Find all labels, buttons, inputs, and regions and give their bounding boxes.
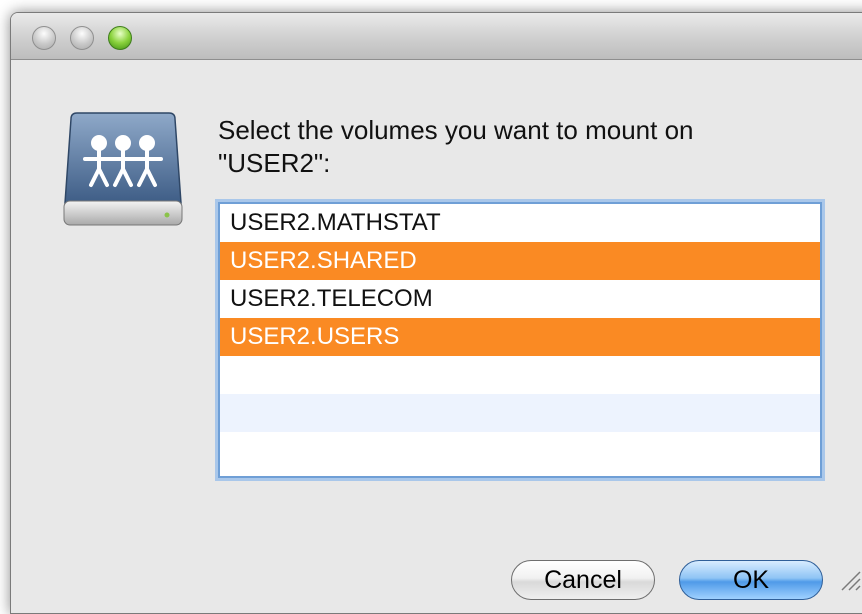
dialog-prompt: Select the volumes you want to mount on … [218, 115, 694, 178]
zoom-window-button[interactable] [108, 26, 132, 50]
volume-list-item[interactable]: USER2.TELECOM [220, 280, 820, 318]
empty-list-row [220, 394, 820, 432]
volume-list-item[interactable]: USER2.SHARED [220, 242, 820, 280]
volume-list-item[interactable]: USER2.USERS [220, 318, 820, 356]
close-window-button[interactable] [32, 26, 56, 50]
empty-list-row [220, 356, 820, 394]
empty-list-row [220, 432, 820, 470]
volume-list[interactable]: USER2.MATHSTAT USER2.SHARED USER2.TELECO… [218, 202, 822, 478]
cancel-button[interactable]: Cancel [511, 560, 655, 600]
minimize-window-button[interactable] [70, 26, 94, 50]
ok-button[interactable]: OK [679, 560, 823, 600]
mount-dialog-window: Select the volumes you want to mount on … [10, 12, 862, 614]
dialog-content: Select the volumes you want to mount on … [11, 60, 862, 613]
title-bar[interactable] [11, 13, 862, 60]
volume-list-item[interactable]: USER2.MATHSTAT [220, 204, 820, 242]
network-drive-icon [63, 112, 183, 226]
resize-grip-icon[interactable] [836, 566, 862, 592]
